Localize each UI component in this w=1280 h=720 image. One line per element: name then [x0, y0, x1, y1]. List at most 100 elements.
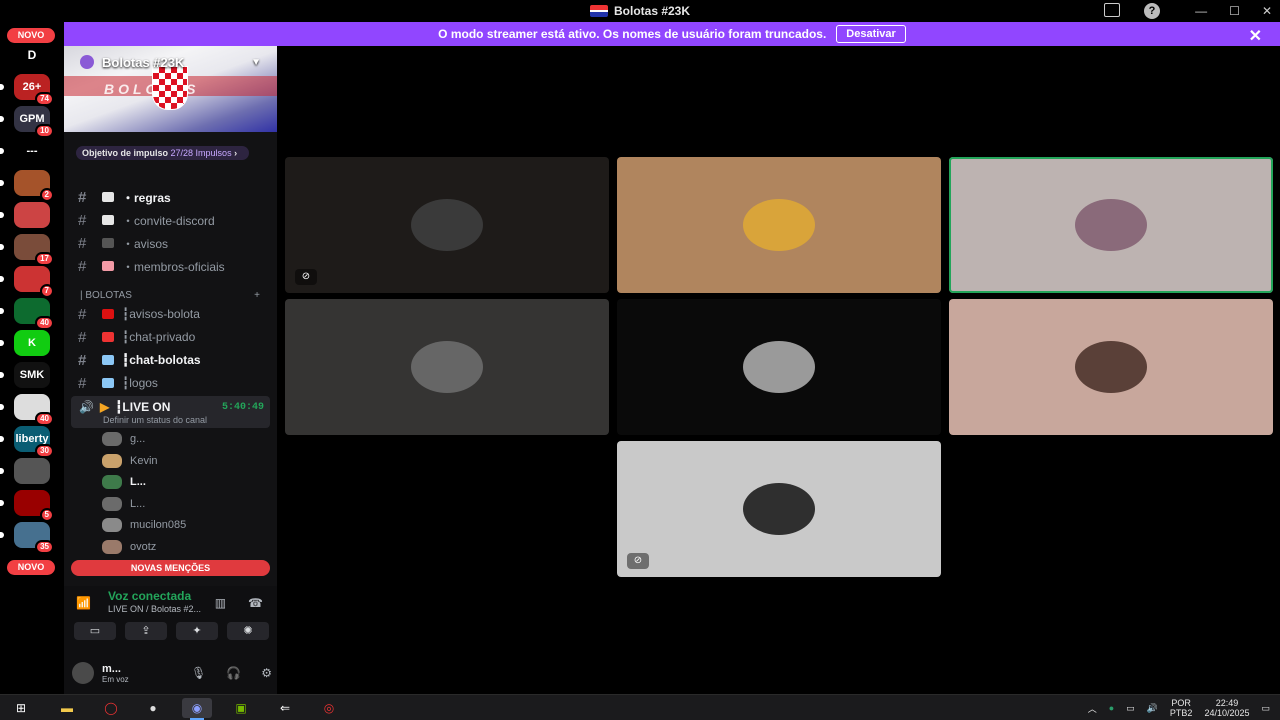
hash-icon: #	[78, 374, 87, 392]
new-mentions-button[interactable]: NOVAS MENÇÕES	[71, 560, 270, 576]
close-banner-icon[interactable]: ✕	[1249, 26, 1262, 46]
avatar	[1075, 199, 1147, 251]
streamer-mode-banner: O modo streamer está ativo. Os nomes de …	[64, 22, 1280, 46]
chevron-up-icon[interactable]: ︿	[1088, 702, 1097, 715]
channel-item[interactable]: # ・avisos	[78, 233, 270, 253]
avatar[interactable]	[72, 662, 94, 684]
voice-member[interactable]: g...	[102, 430, 145, 448]
disable-streamer-button[interactable]: Desativar	[836, 25, 906, 43]
file-explorer-icon[interactable]: ▬	[52, 698, 82, 718]
novo-bottom-badge[interactable]: NOVO	[7, 560, 55, 575]
server-icon-10[interactable]: 40	[0, 394, 54, 426]
unread-pip	[0, 404, 4, 410]
participant-tile[interactable]	[617, 299, 941, 435]
server-icon-4[interactable]	[0, 202, 50, 228]
noise-suppression-icon[interactable]: ▥	[215, 596, 226, 610]
channel-item[interactable]: # ・membros-oficiais	[78, 256, 270, 276]
screen-share-button[interactable]: ⇪	[125, 622, 167, 640]
direct-messages-button[interactable]: D	[14, 42, 50, 68]
server-icon-label: K	[28, 337, 36, 349]
server-icon-8[interactable]: K	[0, 330, 50, 356]
server-icon-12[interactable]	[0, 458, 50, 484]
microphone-icon[interactable]: 🎙	[191, 666, 206, 680]
category-bolotas[interactable]: | BOLOTAS +	[80, 290, 260, 301]
app-icon[interactable]: ⇐	[270, 698, 300, 718]
camera-off-icon: ⊘	[295, 269, 317, 285]
maximize-icon[interactable]: ☐	[1229, 4, 1240, 18]
participant-tile[interactable]	[617, 157, 941, 293]
system-clock[interactable]: 22:49 24/10/2025	[1204, 698, 1249, 718]
headphones-icon[interactable]: 🎧	[226, 666, 241, 680]
windows-start-icon[interactable]: ⊞	[6, 698, 36, 718]
add-channel-icon[interactable]: +	[254, 290, 260, 301]
voice-member[interactable]: mucilon085	[102, 516, 186, 534]
keyboard-language[interactable]: POR PTB2	[1170, 698, 1193, 718]
member-name: Kevin	[130, 454, 158, 467]
nvidia-icon[interactable]: ▣	[226, 698, 256, 718]
server-icon-9[interactable]: SMK	[0, 362, 50, 388]
soundboard-button[interactable]: ✺	[227, 622, 269, 640]
notifications-icon[interactable]: ▭	[1261, 703, 1270, 714]
participant-tile[interactable]	[949, 157, 1273, 293]
participant-tile[interactable]: ⊘	[285, 157, 609, 293]
voice-member[interactable]: L...	[102, 495, 145, 513]
server-icon-6[interactable]: 7	[0, 266, 54, 298]
server-icon-0[interactable]: 26+ 74	[0, 74, 54, 106]
channel-name: ┇logos	[122, 376, 158, 390]
avatar	[743, 341, 815, 393]
channel-item[interactable]: # ┇chat-privado	[78, 327, 270, 347]
user-panel[interactable]: m... Em voz 🎙 🎧 ⚙	[72, 660, 272, 686]
novo-top-badge[interactable]: NOVO	[7, 28, 55, 43]
close-window-icon[interactable]: ✕	[1262, 4, 1272, 18]
activities-button[interactable]: ✦	[176, 622, 218, 640]
boost-goal[interactable]: Objetivo de impulso 27/28 Impulsos ›	[76, 146, 250, 160]
avatar	[411, 199, 483, 251]
volume-icon[interactable]: 🔊	[1147, 703, 1158, 714]
camera-off-button[interactable]: ▭	[74, 622, 116, 640]
channel-item[interactable]: # ┇chat-bolotas	[78, 350, 270, 370]
channel-emoji-icon	[102, 355, 114, 365]
server-name: Bolotas #23K	[102, 54, 185, 70]
server-icon-3[interactable]: 2	[0, 170, 54, 202]
browser-icon[interactable]: ●	[138, 698, 168, 718]
server-icon-5[interactable]: 17	[0, 234, 54, 266]
server-header[interactable]: Bolotas #23K ▼	[64, 46, 277, 78]
voice-connected-subtitle[interactable]: LIVE ON / Bolotas #2...	[108, 604, 201, 614]
channel-item[interactable]: # ・regras	[78, 187, 270, 207]
opera-icon[interactable]: ◯	[96, 698, 126, 718]
channel-status[interactable]: Definir um status do canal	[103, 415, 207, 425]
mention-badge: 74	[35, 92, 54, 106]
member-name: L...	[130, 497, 146, 510]
voice-member[interactable]: ovotz	[102, 538, 156, 556]
channel-item[interactable]: # ┇logos	[78, 373, 270, 393]
channel-item[interactable]: # ┇avisos-bolota	[78, 304, 270, 324]
server-icon-7[interactable]: 40	[0, 298, 54, 330]
participant-tile[interactable]: ⊘	[617, 441, 941, 577]
server-icon-1[interactable]: GPM 10	[0, 106, 54, 138]
mention-badge: 10	[35, 124, 54, 138]
voice-channel-live-on[interactable]: 🔊 ▶ ┇LIVE ON 5:40:49 Definir um status d…	[71, 396, 270, 428]
server-icon-14[interactable]: 35	[0, 522, 54, 554]
tray-app-icon[interactable]: ●	[1109, 703, 1114, 713]
server-icon-2[interactable]: ---	[0, 138, 50, 164]
recording-app-icon[interactable]: ◎	[314, 698, 344, 718]
channel-emoji-icon	[102, 309, 114, 319]
disconnect-icon[interactable]: ☎	[248, 596, 263, 610]
signal-icon[interactable]: 📶	[76, 596, 92, 610]
discord-taskbar-icon[interactable]: ◉	[182, 698, 212, 720]
network-icon[interactable]: ▭	[1126, 703, 1135, 714]
chevron-down-icon[interactable]: ▼	[251, 57, 261, 68]
channel-item[interactable]: # ・convite-discord	[78, 210, 270, 230]
help-icon[interactable]: ?	[1144, 3, 1160, 19]
voice-member[interactable]: Kevin	[102, 452, 158, 470]
participant-tile[interactable]	[949, 299, 1273, 435]
windows-taskbar: ⊞ ▬ ◯ ● ◉ ▣ ⇐ ◎ ︿ ● ▭ 🔊 POR PTB2 22:49 2…	[0, 694, 1280, 720]
server-icon-13[interactable]: 5	[0, 490, 54, 522]
gear-icon[interactable]: ⚙	[261, 666, 272, 680]
server-icon-11[interactable]: liberty 30	[0, 426, 54, 458]
minimize-icon[interactable]: —	[1195, 4, 1207, 18]
window-titlebar: Bolotas #23K ? — ☐ ✕	[0, 0, 1280, 22]
voice-member[interactable]: L...	[102, 473, 146, 491]
participant-tile[interactable]	[285, 299, 609, 435]
screen-share-icon[interactable]	[1104, 3, 1120, 17]
